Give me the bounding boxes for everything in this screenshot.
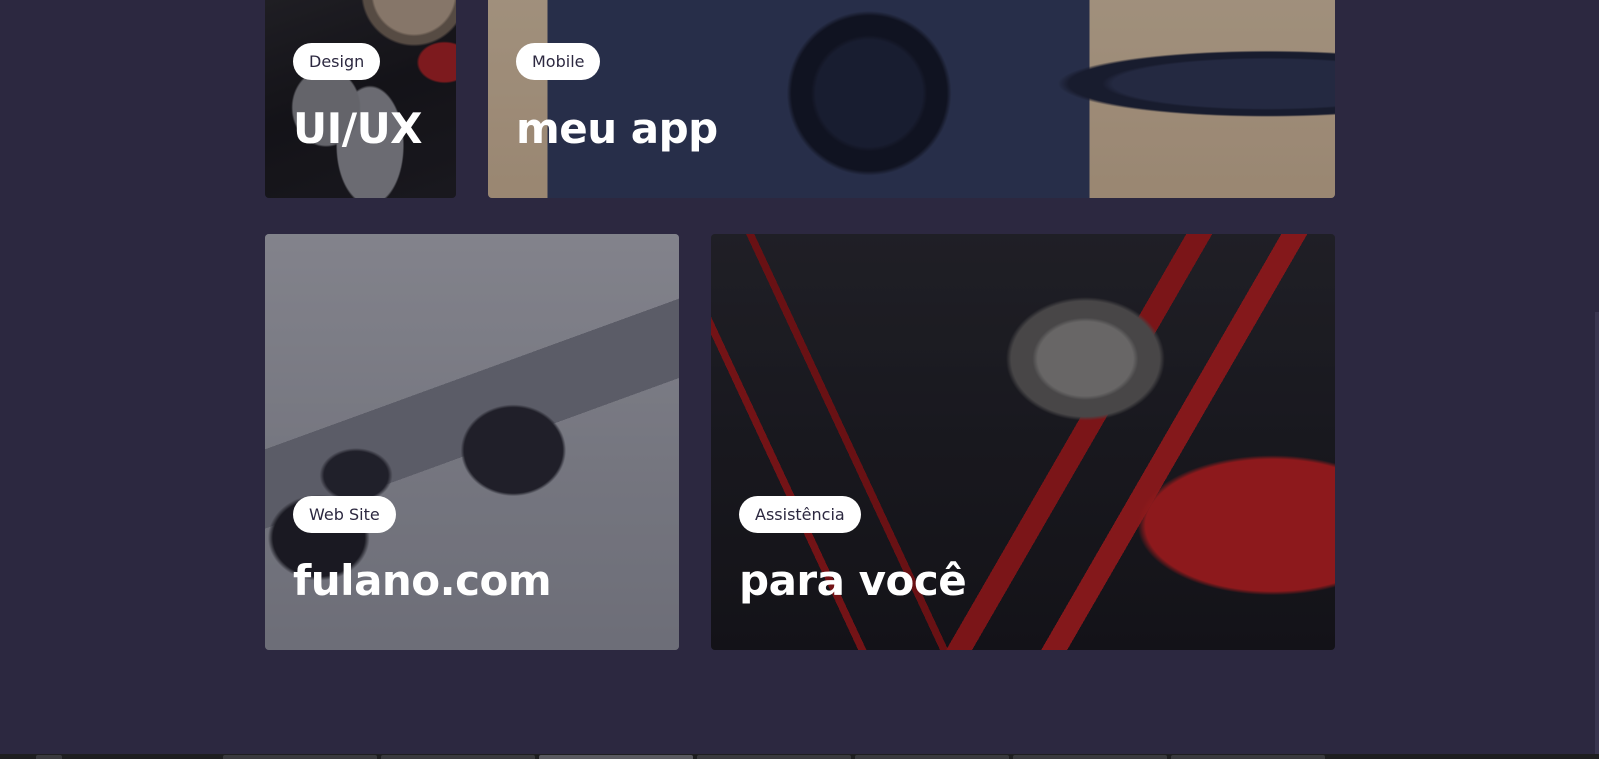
category-tag: Mobile (516, 43, 601, 80)
taskbar-tab[interactable] (855, 755, 1009, 759)
card-overlay (265, 0, 456, 198)
taskbar-tab[interactable] (223, 755, 377, 759)
category-tag: Web Site (293, 496, 396, 533)
portfolio-card-mobile[interactable]: Mobile meu app (488, 0, 1335, 198)
portfolio-card-design[interactable]: Design UI/UX (265, 0, 456, 198)
portfolio-card-website[interactable]: Web Site fulano.com (265, 234, 679, 650)
portfolio-card-assistencia[interactable]: Assistência para você (711, 234, 1335, 650)
category-tag: Assistência (739, 496, 861, 533)
taskbar-tab[interactable] (1013, 755, 1167, 759)
taskbar-tab[interactable] (697, 755, 851, 759)
card-title: meu app (516, 104, 718, 153)
card-title: para você (739, 556, 967, 605)
taskbar-tab-active[interactable] (539, 755, 693, 759)
scrollbar-thumb[interactable] (1595, 312, 1599, 754)
card-title: UI/UX (293, 104, 423, 153)
category-tag: Design (293, 43, 381, 80)
taskbar-tab[interactable] (1171, 755, 1325, 759)
card-title: fulano.com (293, 556, 552, 605)
taskbar-icon[interactable] (36, 755, 62, 759)
taskbar-tab[interactable] (381, 755, 535, 759)
scrollbar-track[interactable] (1570, 0, 1599, 754)
card-overlay (488, 0, 1335, 198)
taskbar (0, 754, 1599, 759)
